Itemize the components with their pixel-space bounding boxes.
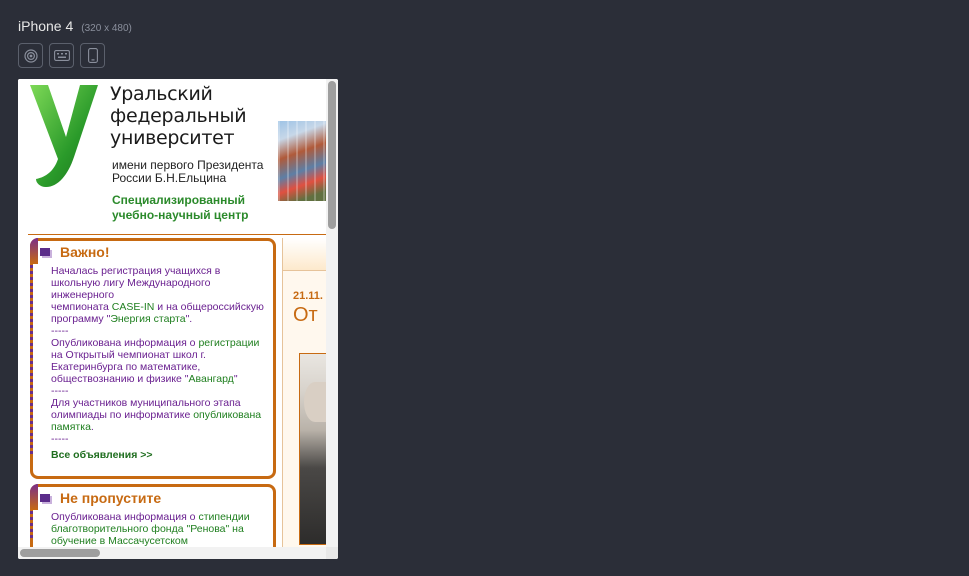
announcement-text: Опубликована информация о xyxy=(51,511,199,523)
important-title-text: Важно! xyxy=(60,244,110,260)
urfu-logo-icon xyxy=(30,85,98,187)
vertical-scroll-thumb[interactable] xyxy=(328,81,336,229)
announcement-text: " xyxy=(233,373,238,385)
energy-start-link[interactable]: Энергия старта xyxy=(110,313,185,325)
announcement-text: . xyxy=(90,421,94,433)
news-date: 21.11. xyxy=(293,290,323,302)
announcement-item: Началась регистрация учащихся в школьную… xyxy=(51,265,269,325)
important-box: Важно! Началась регистрация учащихся в ш… xyxy=(30,238,276,479)
news-photo xyxy=(299,353,326,545)
phone-rotate-icon xyxy=(87,48,98,63)
dont-miss-title: Не пропустите xyxy=(40,490,161,506)
box-corner-decoration xyxy=(30,238,38,264)
announcement-text: ". xyxy=(185,313,193,325)
square-bullet-icon xyxy=(40,494,50,502)
news-title[interactable]: От xyxy=(293,304,318,327)
dotted-border xyxy=(30,265,33,456)
center-name-line: Специализированный xyxy=(112,193,246,207)
announcement-text: Началась регистрация учащихся в школьную… xyxy=(51,265,221,301)
keyboard-toggle-button[interactable] xyxy=(49,43,74,68)
vertical-scrollbar[interactable] xyxy=(326,79,338,547)
dont-miss-title-text: Не пропустите xyxy=(60,490,162,506)
site-viewport[interactable]: Уральский федеральный университет имени … xyxy=(18,79,326,547)
horizontal-scroll-thumb[interactable] xyxy=(20,549,100,557)
device-toolbar xyxy=(18,43,105,68)
separator: ----- xyxy=(51,385,69,397)
horizontal-scrollbar[interactable] xyxy=(18,547,326,559)
news-column: 21.11. От xyxy=(282,238,326,547)
university-name-line: Уральский xyxy=(110,83,213,105)
device-name: iPhone 4 xyxy=(18,18,74,34)
touch-icon xyxy=(23,48,38,63)
dont-miss-body: Опубликована информация о стипендии благ… xyxy=(51,511,269,547)
announcement-item: Для участников муниципального этапа олим… xyxy=(51,397,269,433)
touch-toggle-button[interactable] xyxy=(18,43,43,68)
header-photo xyxy=(278,121,326,201)
scrollbar-corner xyxy=(326,547,338,559)
news-header-strip xyxy=(283,238,326,271)
center-name-line: учебно-научный центр xyxy=(112,208,249,222)
dont-miss-box: Не пропустите Опубликована информация о … xyxy=(30,484,276,547)
registration-link[interactable]: регистрации xyxy=(198,337,259,349)
announcement-item: Опубликована информация о стипендии благ… xyxy=(51,511,269,547)
center-name: Специализированный учебно-научный центр xyxy=(112,193,248,223)
rotate-device-button[interactable] xyxy=(80,43,105,68)
keyboard-icon xyxy=(53,50,70,61)
separator: ----- xyxy=(51,433,69,445)
announcement-item: Опубликована информация о регистрации на… xyxy=(51,337,269,385)
subtitle-line: России Б.Н.Ельцина xyxy=(112,171,227,185)
device-size: (320 x 480) xyxy=(81,23,132,34)
square-bullet-icon xyxy=(40,248,50,256)
separator: ----- xyxy=(51,325,69,337)
device-header: iPhone 4 (320 x 480) xyxy=(18,18,132,38)
avangard-link[interactable]: Авангард xyxy=(189,373,234,385)
header-divider xyxy=(28,234,326,235)
all-announcements-link[interactable]: Все объявления >> xyxy=(51,449,269,461)
university-subtitle: имени первого Президента России Б.Н.Ельц… xyxy=(112,159,263,185)
university-name-line: федеральный xyxy=(110,105,247,127)
announcement-text: Опубликована информация о xyxy=(51,337,199,349)
university-name-line: университет xyxy=(110,127,235,149)
important-body: Началась регистрация учащихся в школьную… xyxy=(51,265,269,461)
box-corner-decoration xyxy=(30,484,38,510)
university-name: Уральский федеральный университет xyxy=(110,83,247,149)
dotted-border xyxy=(30,511,33,541)
case-in-link[interactable]: CASE-IN xyxy=(112,301,155,313)
announcement-text: на Открытый чемпионат школ г. Екатеринбу… xyxy=(51,349,206,385)
device-frame: Уральский федеральный университет имени … xyxy=(18,79,338,559)
announcement-text: чемпионата xyxy=(51,301,112,313)
important-title: Важно! xyxy=(40,244,110,260)
